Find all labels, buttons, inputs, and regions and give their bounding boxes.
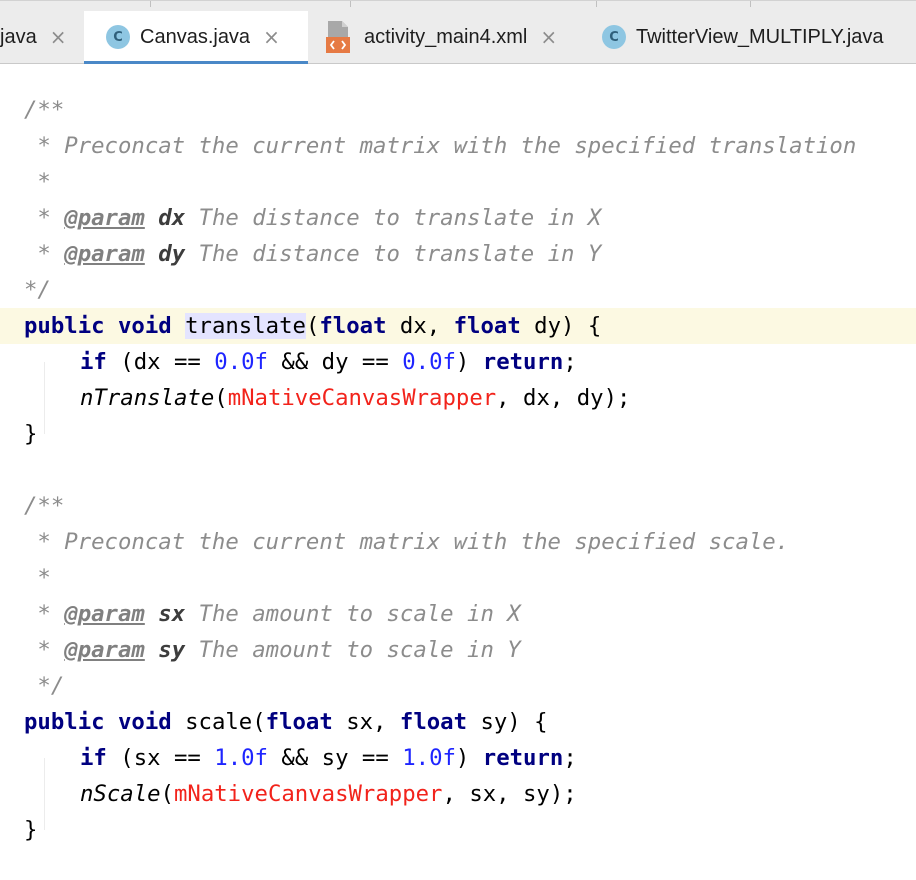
- param-name: sy: [158, 637, 186, 663]
- code-line: *: [24, 169, 51, 195]
- tab-canvas-java[interactable]: C Canvas.java ×: [84, 11, 308, 65]
- javadoc-tag: @param: [64, 241, 145, 267]
- tab-twitterview-multiply-java[interactable]: C TwitterView_MULTIPLY.java: [602, 11, 916, 63]
- javadoc-tag: @param: [64, 637, 145, 663]
- code-line: * @param sx The amount to scale in X: [24, 601, 521, 627]
- code-line: nTranslate(mNativeCanvasWrapper, dx, dy)…: [80, 385, 631, 411]
- tab-label: Canvas.java: [140, 25, 251, 48]
- code-editor[interactable]: /** * Preconcat the current matrix with …: [0, 64, 916, 880]
- tab-separator: [750, 1, 751, 7]
- java-class-icon: C: [106, 25, 130, 49]
- param-name: dx: [158, 205, 186, 231]
- code-line: */: [24, 277, 51, 303]
- tab-separator: [350, 1, 351, 7]
- code-line: nScale(mNativeCanvasWrapper, sx, sy);: [80, 781, 577, 807]
- code-line: *: [24, 565, 51, 591]
- javadoc-tag: @param: [64, 205, 145, 231]
- close-icon[interactable]: ×: [540, 25, 557, 49]
- code-line: * @param sy The amount to scale in Y: [24, 637, 521, 663]
- code-line: */: [24, 673, 65, 699]
- code-line: * Preconcat the current matrix with the …: [24, 133, 857, 159]
- close-icon[interactable]: ×: [50, 25, 67, 49]
- editor-tab-bar: java × C Canvas.java × activity_main4.xm…: [0, 0, 916, 65]
- tab-java[interactable]: java ×: [0, 11, 84, 63]
- tab-activity-main4-xml[interactable]: activity_main4.xml ×: [324, 11, 594, 63]
- code-line: }: [24, 817, 38, 843]
- code-line: if (dx == 0.0f && dy == 0.0f) return;: [80, 349, 577, 375]
- tab-separator: [596, 1, 597, 7]
- code-line: /**: [24, 97, 65, 123]
- java-class-icon: C: [602, 25, 626, 49]
- code-line: /**: [24, 493, 65, 519]
- selected-identifier: translate: [185, 313, 306, 339]
- tab-separator: [150, 1, 151, 7]
- code-line: * @param dy The distance to translate in…: [24, 241, 602, 267]
- code-line: public void scale(float sx, float sy) {: [24, 709, 548, 735]
- code-line-current: public void translate(float dx, float dy…: [0, 308, 916, 344]
- tab-label: activity_main4.xml: [364, 25, 528, 48]
- javadoc-tag: @param: [64, 601, 145, 627]
- tab-label: TwitterView_MULTIPLY.java: [636, 25, 884, 48]
- tab-label: java: [0, 25, 37, 48]
- code-line: * @param dx The distance to translate in…: [24, 205, 602, 231]
- close-icon[interactable]: ×: [263, 25, 280, 49]
- code-line: }: [24, 421, 38, 447]
- code-line: * Preconcat the current matrix with the …: [24, 529, 790, 555]
- param-name: dy: [158, 241, 186, 267]
- param-name: sx: [158, 601, 186, 627]
- xml-file-icon: [324, 20, 354, 54]
- code-line: if (sx == 1.0f && sy == 1.0f) return;: [80, 745, 577, 771]
